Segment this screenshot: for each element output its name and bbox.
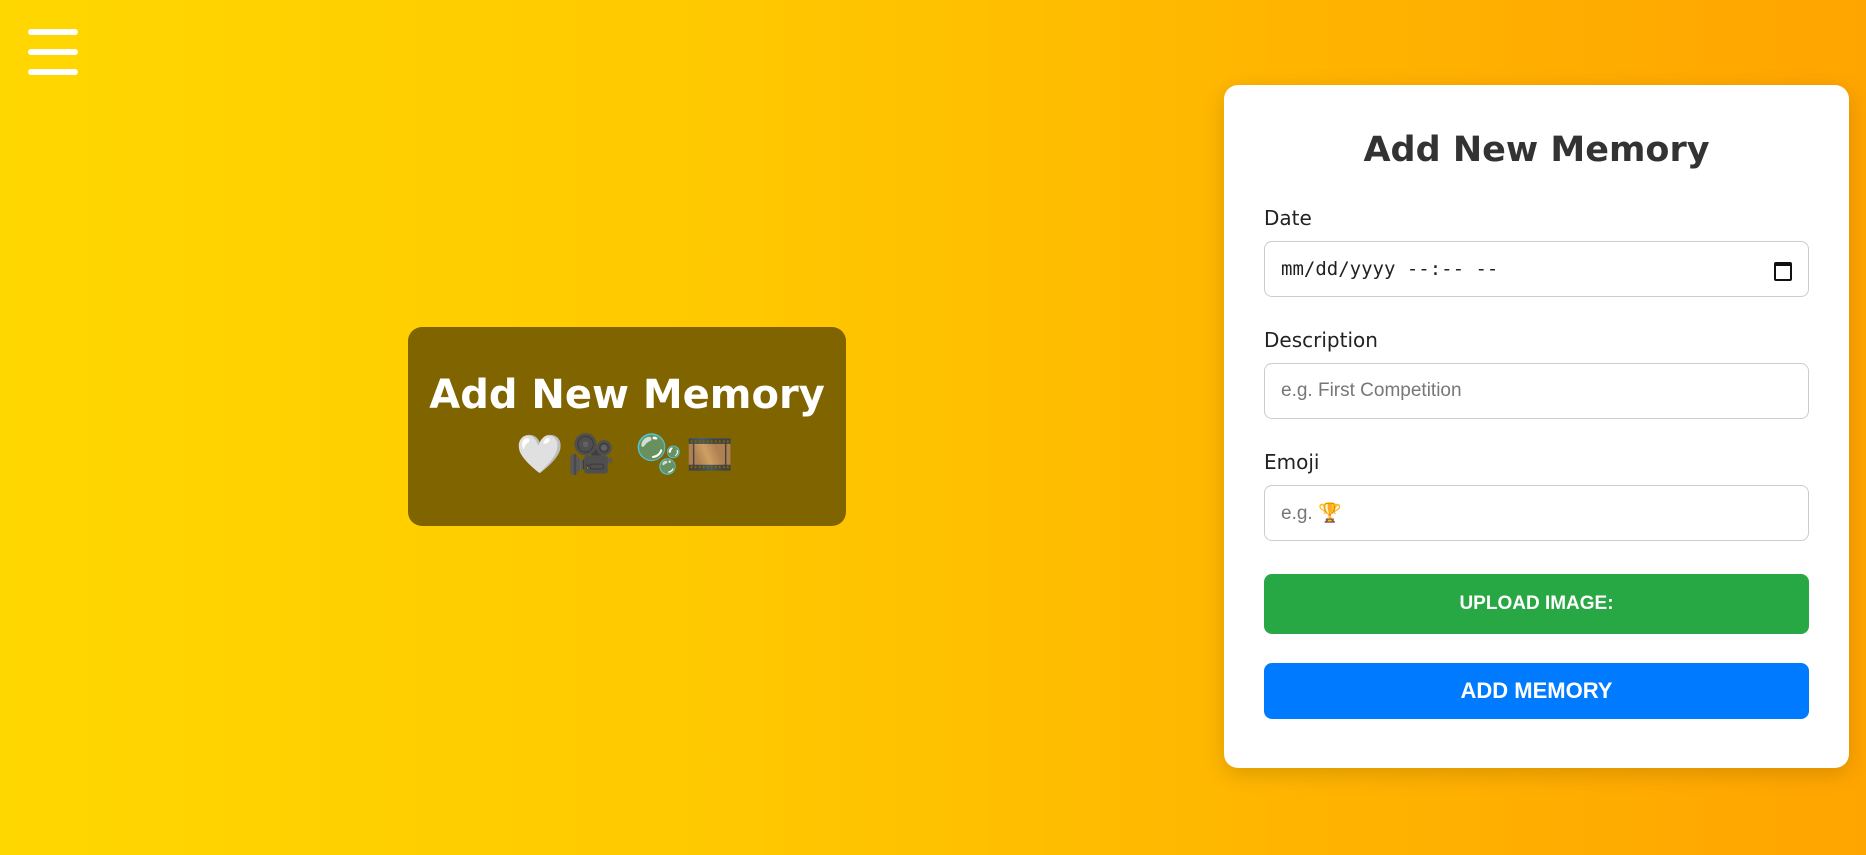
date-input[interactable]: mm/dd/yyyy --:-- -- [1264,241,1809,297]
emoji-input[interactable]: e.g. 🏆 [1264,485,1809,541]
date-label: Date [1264,206,1312,230]
menu-bar-bottom [28,69,78,75]
menu-bar-top [28,29,78,35]
upload-image-button[interactable]: UPLOAD IMAGE: [1264,574,1809,634]
emoji-label: Emoji [1264,450,1320,474]
add-memory-form: Add New Memory Date mm/dd/yyyy --:-- -- … [1224,85,1849,768]
date-input-value: mm/dd/yyyy --:-- -- [1281,258,1499,280]
menu-bar-middle [28,49,78,55]
hamburger-menu-icon[interactable] [28,29,78,75]
description-label: Description [1264,328,1378,352]
add-memory-banner[interactable]: Add New Memory 🤍🎥 🫧🎞️ [408,327,846,526]
description-input[interactable]: e.g. First Competition [1264,363,1809,419]
form-title: Add New Memory [1363,130,1710,170]
calendar-icon[interactable] [1772,259,1792,281]
add-memory-button[interactable]: ADD MEMORY [1264,663,1809,719]
emoji-placeholder: e.g. 🏆 [1281,503,1342,524]
description-placeholder: e.g. First Competition [1281,380,1462,401]
banner-emojis: 🤍🎥 🫧🎞️ [516,432,738,476]
banner-title: Add New Memory [429,372,825,418]
